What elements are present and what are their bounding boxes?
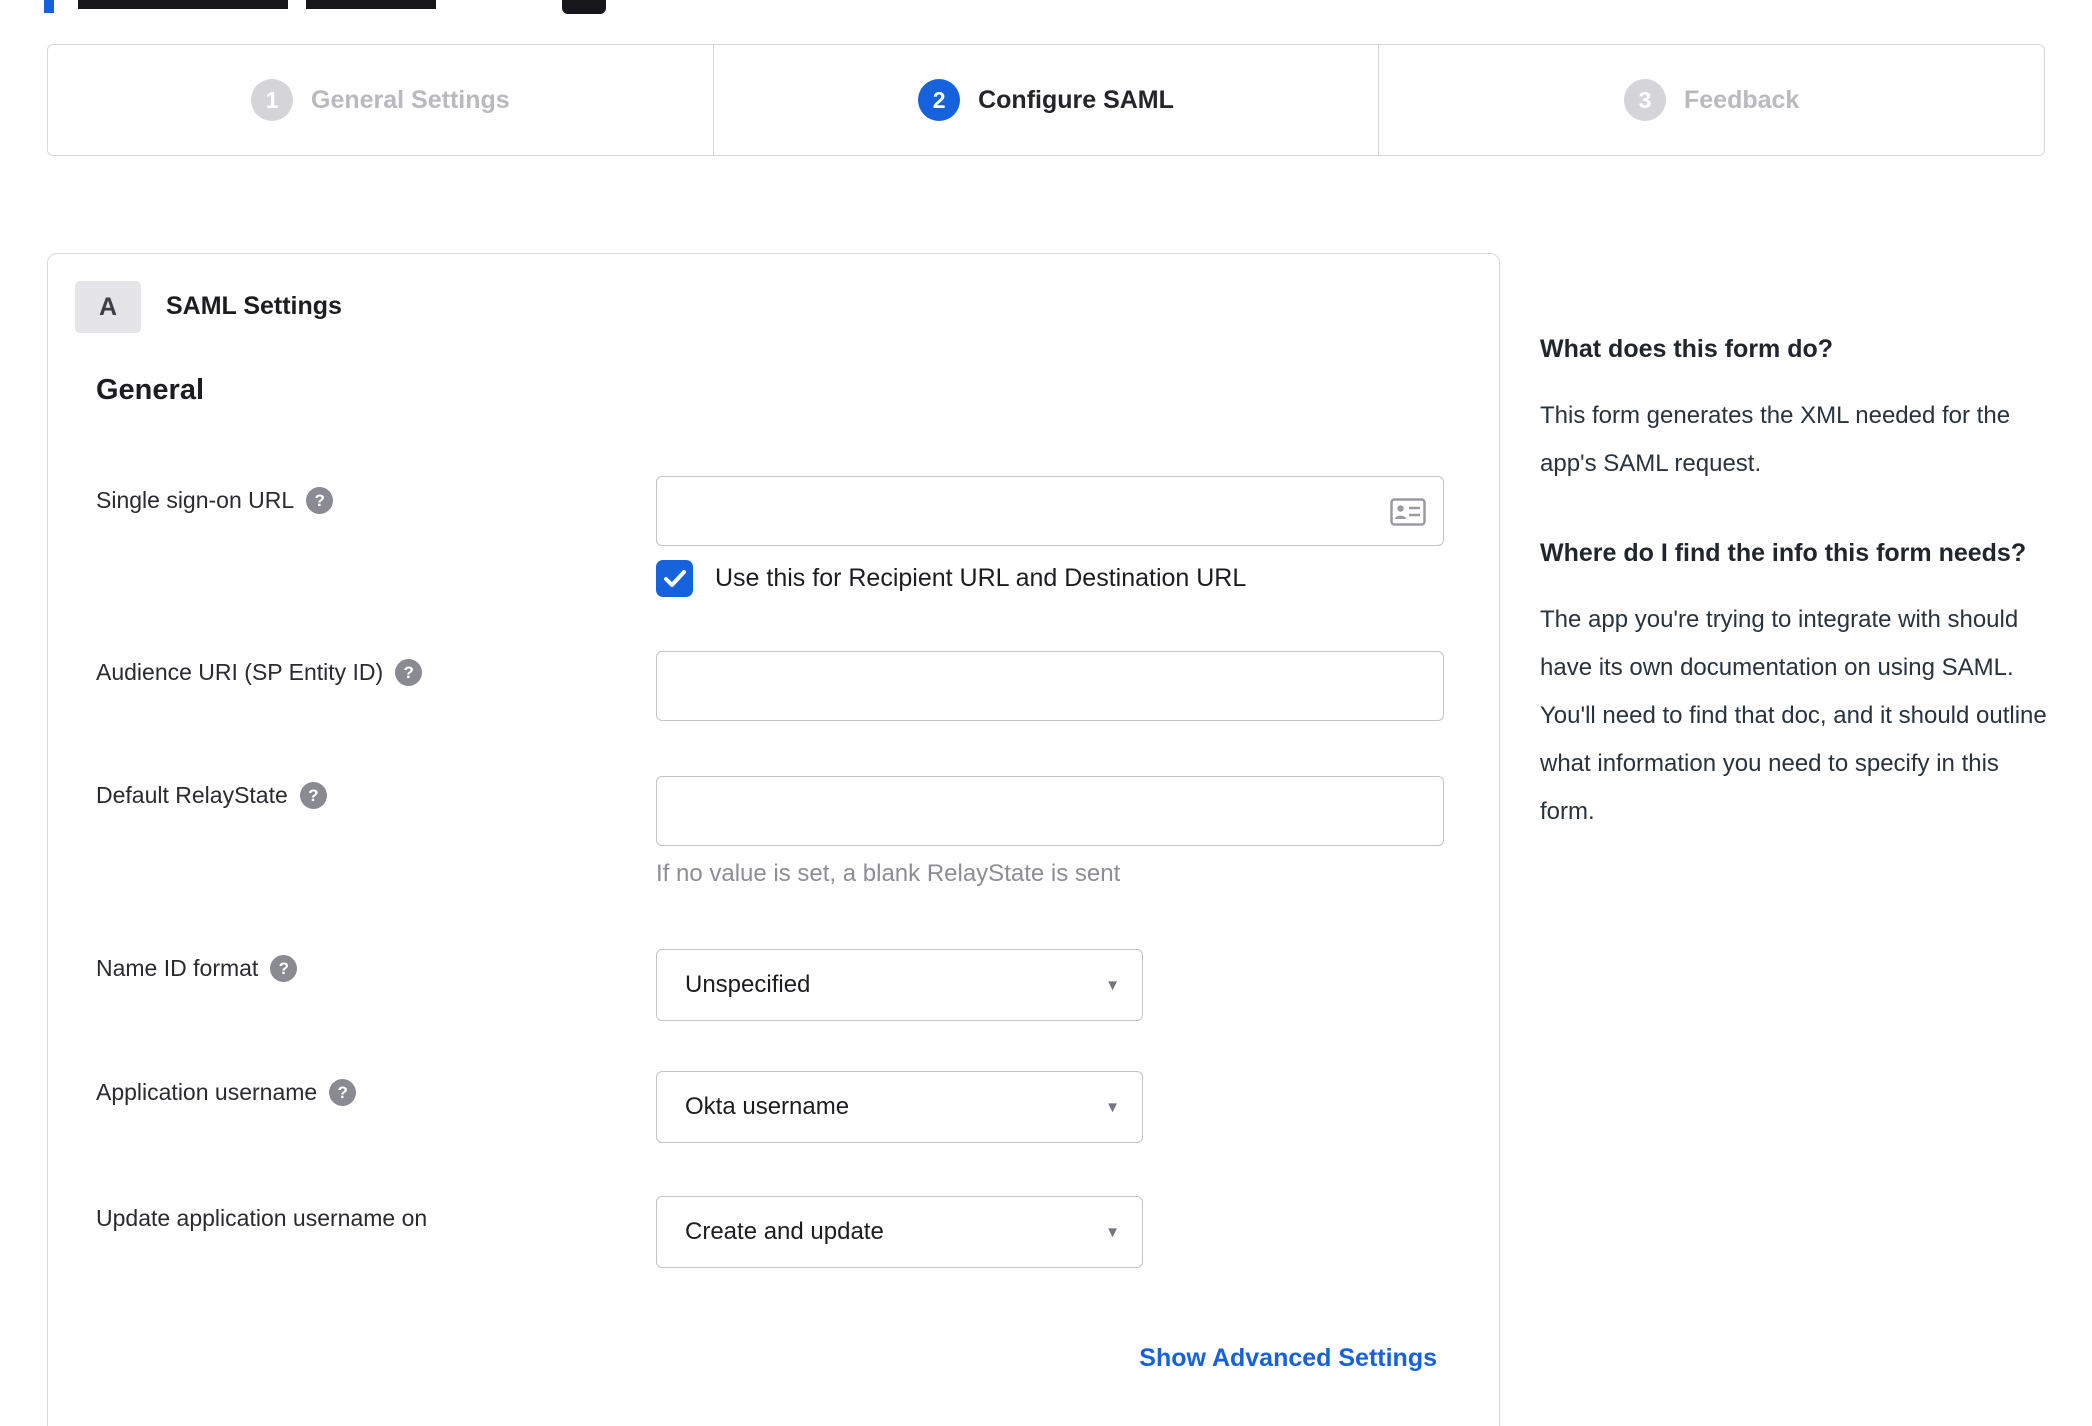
relay-state-label-text: Default RelayState bbox=[96, 782, 288, 808]
wizard-stepper: 1 General Settings 2 Configure SAML 3 Fe… bbox=[47, 44, 2045, 156]
clipped-title-text-fragment bbox=[306, 0, 436, 9]
name-id-format-label-text: Name ID format bbox=[96, 955, 259, 981]
chevron-down-icon: ▼ bbox=[1105, 976, 1120, 994]
chevron-down-icon: ▼ bbox=[1105, 1223, 1120, 1241]
clipped-title-accent-bar bbox=[44, 0, 54, 13]
help-sidebar: What does this form do? This form genera… bbox=[1540, 328, 2052, 880]
sso-url-label: Single sign-on URL ? bbox=[96, 487, 334, 514]
name-id-format-help-icon[interactable]: ? bbox=[270, 955, 298, 982]
sso-url-help-icon[interactable]: ? bbox=[306, 487, 334, 514]
sso-url-input-wrap bbox=[656, 476, 1444, 546]
application-username-help-icon[interactable]: ? bbox=[329, 1079, 357, 1106]
application-username-select[interactable]: Okta username ▼ bbox=[656, 1071, 1143, 1143]
audience-uri-help-icon[interactable]: ? bbox=[395, 659, 423, 686]
sso-url-input[interactable] bbox=[656, 476, 1444, 546]
step-number-badge: 3 bbox=[1624, 79, 1666, 121]
application-username-label-text: Application username bbox=[96, 1079, 318, 1105]
name-id-format-value: Unspecified bbox=[685, 971, 811, 998]
application-username-value: Okta username bbox=[685, 1093, 850, 1120]
contact-card-icon bbox=[1390, 498, 1426, 531]
step-configure-saml[interactable]: 2 Configure SAML bbox=[714, 45, 1380, 155]
clipped-title-text-fragment bbox=[78, 0, 288, 9]
step-number-badge: 1 bbox=[251, 79, 293, 121]
update-username-label: Update application username on bbox=[96, 1205, 427, 1232]
panel-title: SAML Settings bbox=[166, 292, 342, 320]
show-advanced-settings-link[interactable]: Show Advanced Settings bbox=[1139, 1344, 1437, 1373]
relay-state-label: Default RelayState ? bbox=[96, 782, 327, 809]
help-answer-2: The app you're trying to integrate with … bbox=[1540, 606, 2047, 825]
update-username-value: Create and update bbox=[685, 1218, 884, 1245]
application-username-label: Application username ? bbox=[96, 1079, 357, 1106]
clipped-title-icon-fragment bbox=[562, 0, 606, 14]
step-label: Feedback bbox=[1684, 85, 1800, 114]
update-username-label-text: Update application username on bbox=[96, 1205, 428, 1231]
audience-uri-label-text: Audience URI (SP Entity ID) bbox=[96, 659, 384, 685]
chevron-down-icon: ▼ bbox=[1105, 1098, 1120, 1116]
general-section-heading: General bbox=[96, 374, 204, 406]
section-a-badge: A bbox=[75, 281, 141, 333]
saml-settings-panel: A SAML Settings General Single sign-on U… bbox=[47, 253, 1500, 1426]
help-answer-1: This form generates the XML needed for t… bbox=[1540, 402, 2011, 477]
update-username-select[interactable]: Create and update ▼ bbox=[656, 1196, 1143, 1268]
step-label: Configure SAML bbox=[978, 85, 1174, 114]
step-feedback[interactable]: 3 Feedback bbox=[1379, 45, 2044, 155]
step-label: General Settings bbox=[311, 85, 510, 114]
help-question-2: Where do I find the info this form needs… bbox=[1540, 539, 2027, 567]
relay-state-help-icon[interactable]: ? bbox=[299, 782, 327, 809]
relay-state-input[interactable] bbox=[656, 776, 1444, 846]
audience-uri-input[interactable] bbox=[656, 651, 1444, 721]
audience-uri-label: Audience URI (SP Entity ID) ? bbox=[96, 659, 423, 686]
step-general-settings[interactable]: 1 General Settings bbox=[48, 45, 714, 155]
help-question-1: What does this form do? bbox=[1540, 335, 1834, 363]
step-number-badge: 2 bbox=[918, 79, 961, 121]
sso-url-label-text: Single sign-on URL bbox=[96, 487, 295, 513]
recipient-url-checkbox-label: Use this for Recipient URL and Destinati… bbox=[715, 564, 1247, 592]
relay-state-helper-text: If no value is set, a blank RelayState i… bbox=[656, 860, 1121, 887]
recipient-url-checkbox-row: Use this for Recipient URL and Destinati… bbox=[656, 560, 1246, 597]
recipient-url-checkbox[interactable] bbox=[656, 560, 693, 597]
name-id-format-select[interactable]: Unspecified ▼ bbox=[656, 949, 1143, 1021]
name-id-format-label: Name ID format ? bbox=[96, 955, 298, 982]
